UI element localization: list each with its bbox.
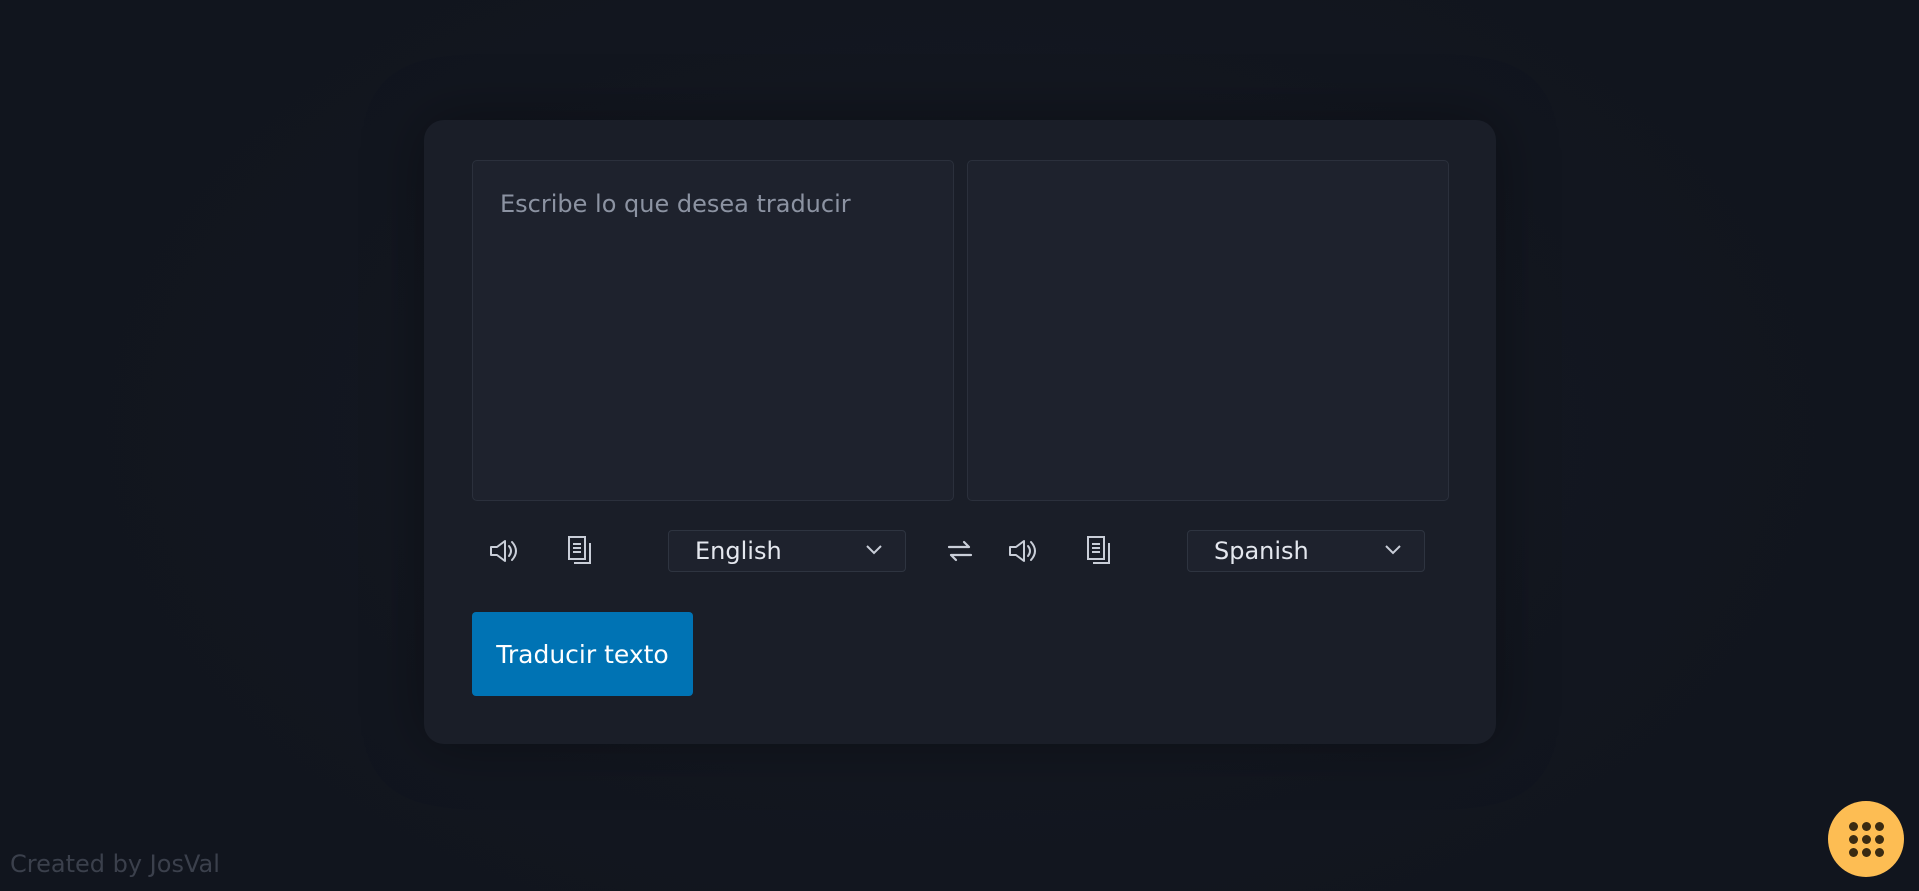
copy-icon: [1087, 536, 1110, 564]
target-language-select[interactable]: Spanish: [1187, 530, 1425, 572]
copy-icon: [568, 536, 591, 564]
menu-fab-button[interactable]: [1828, 801, 1904, 877]
target-speak-button[interactable]: [1004, 532, 1042, 570]
chevron-down-icon: [1385, 545, 1401, 555]
speaker-icon: [490, 540, 517, 562]
target-copy-button[interactable]: [1080, 532, 1118, 570]
grid-dots-icon: [1848, 821, 1884, 857]
footer-credit: Created by JosVal: [10, 850, 220, 878]
source-language-value: English: [695, 537, 782, 565]
swap-languages-button[interactable]: [941, 532, 979, 570]
target-text-panel: [967, 160, 1449, 501]
translate-button[interactable]: Traducir texto: [472, 612, 693, 696]
swap-arrows-icon: [947, 540, 973, 562]
source-copy-button[interactable]: [561, 532, 599, 570]
source-text-panel: [472, 160, 954, 501]
source-text-input[interactable]: [473, 161, 953, 500]
source-language-select[interactable]: English: [668, 530, 906, 572]
source-speak-button[interactable]: [485, 532, 523, 570]
chevron-down-icon: [866, 545, 882, 555]
target-text-output[interactable]: [968, 161, 1448, 500]
language-controls: English Spanish: [424, 530, 1496, 572]
target-language-value: Spanish: [1214, 537, 1309, 565]
speaker-icon: [1009, 540, 1036, 562]
translator-card: English Spani: [424, 120, 1496, 744]
